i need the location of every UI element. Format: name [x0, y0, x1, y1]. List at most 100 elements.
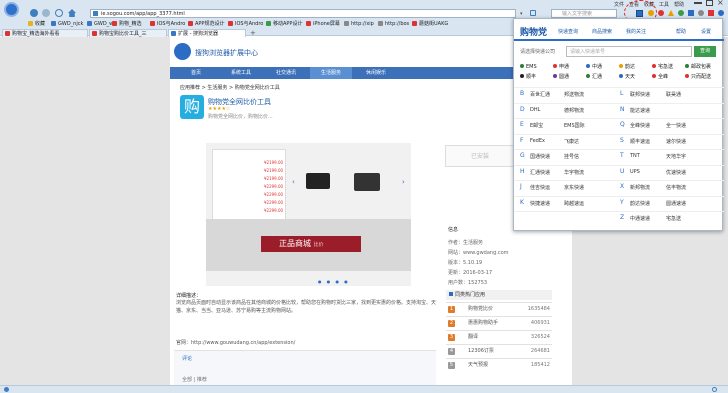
extension-icon[interactable]	[698, 10, 704, 16]
extension-icon[interactable]	[658, 10, 664, 16]
carrier-link[interactable]: 天地华宇	[666, 153, 686, 160]
menu-file[interactable]: 文件	[614, 2, 624, 8]
carrier-link[interactable]: 邦送物流	[564, 91, 584, 98]
bookmark-item[interactable]: http://xip	[344, 21, 374, 27]
close-icon[interactable]: ×	[717, 0, 724, 7]
forward-button[interactable]	[42, 9, 50, 17]
tab-active[interactable]: 扩展 - 搜狗浏览器	[168, 29, 246, 37]
bookmark-item[interactable]: iPhone屏幕	[306, 21, 340, 27]
carrier-link[interactable]: DHL	[530, 107, 540, 113]
popup-tab-product-search[interactable]: 商品搜索	[592, 28, 612, 35]
tab-item[interactable]: 购物宝购比价工具_三	[89, 29, 167, 37]
carrier-link[interactable]: 联邦快递	[630, 91, 650, 98]
carrier-link[interactable]: 优速快递	[666, 169, 686, 176]
carrier-link[interactable]: FedEx	[530, 138, 545, 144]
bookmark-item[interactable]: 移动APP设计	[266, 21, 302, 27]
carrier-link[interactable]: 华宇物流	[564, 169, 584, 176]
carrier-link[interactable]: 韵达快递	[630, 200, 650, 207]
carrier-select[interactable]: 请选择快递公司	[520, 47, 566, 57]
comment-subtabs[interactable]: 全部 | 推荐	[182, 376, 207, 383]
carrier-link[interactable]: 跨越速运	[564, 200, 584, 207]
carrier-sf[interactable]: 顺丰	[520, 74, 536, 81]
comment-tab[interactable]: 评论	[182, 355, 192, 362]
carrier-link[interactable]: 顺丰速运	[630, 138, 650, 145]
popup-tab-my-follow[interactable]: 我的关注	[626, 28, 646, 35]
carousel-next-icon[interactable]: ›	[402, 178, 405, 186]
menu-tools[interactable]: 工具	[659, 2, 669, 8]
address-dropdown-icon[interactable]: ▾	[520, 11, 523, 17]
carrier-link[interactable]: 德邦物流	[564, 107, 584, 114]
carousel-dots[interactable]: ● ● ● ●	[318, 279, 350, 284]
bookmark-item[interactable]: IOS与Andro	[150, 21, 185, 27]
carrier-link[interactable]: TNT	[630, 153, 640, 159]
carrier-link[interactable]: 飞康达	[564, 138, 579, 145]
carrier-link[interactable]: 宅急送	[666, 215, 681, 222]
popup-help-link[interactable]: 帮助	[676, 28, 686, 35]
carrier-link[interactable]: 快捷速递	[530, 200, 550, 207]
carrier-yto[interactable]: 圆通	[553, 74, 569, 81]
carrier-link[interactable]: 联昊通	[666, 91, 681, 98]
extension-icon[interactable]	[668, 10, 674, 16]
carrier-link[interactable]: 挂号信	[564, 153, 579, 160]
rank-row[interactable]: 1 购物党比价 1635484	[446, 302, 552, 315]
address-bar[interactable]: ie.sogou.com/app/app_3377.html	[90, 9, 516, 18]
carrier-link[interactable]: 新邦物流	[630, 184, 650, 191]
rank-row[interactable]: 2 惠惠购物助手 406931	[446, 316, 552, 329]
carrier-link[interactable]: 百世汇通	[530, 91, 550, 98]
carrier-link[interactable]: UPS	[630, 169, 640, 175]
carrier-link[interactable]: E邮宝	[530, 122, 543, 129]
carrier-zjs[interactable]: 宅急送	[652, 64, 673, 71]
address-go-icon[interactable]	[530, 10, 536, 16]
carrier-link[interactable]: 圆通速递	[666, 200, 686, 207]
search-box[interactable]: 输入文字搜索	[551, 9, 617, 18]
refresh-icon[interactable]	[55, 9, 63, 17]
carrier-ems[interactable]: EMS	[520, 64, 537, 71]
carrier-link[interactable]: 汇通快递	[530, 169, 550, 176]
carrier-link[interactable]: 全峰快递	[630, 122, 650, 129]
back-button[interactable]	[30, 9, 38, 17]
tab-item[interactable]: 购物宝_精选海外看看	[2, 29, 88, 37]
carrier-zto[interactable]: 中通	[586, 64, 602, 71]
carrier-sto[interactable]: 申通	[553, 64, 569, 71]
rank-row[interactable]: 5 天气预报 185412	[446, 358, 552, 371]
popup-tab-express[interactable]: 快递查询	[558, 28, 578, 35]
carrier-tiantian[interactable]: 天天	[619, 74, 635, 81]
nav-social[interactable]: 社交通讯	[265, 67, 307, 79]
sogou-logo-icon[interactable]	[4, 2, 19, 17]
minimize-icon[interactable]	[694, 2, 702, 4]
carousel-prev-icon[interactable]: ‹	[292, 178, 295, 186]
bookmark-item[interactable]: GWD_njck	[51, 21, 83, 27]
bookmark-item[interactable]: IOS与Andro	[228, 21, 263, 27]
menu-help[interactable]: 帮助	[674, 2, 684, 8]
carrier-quanfeng[interactable]: 全峰	[652, 74, 668, 81]
carrier-link[interactable]: 中通速递	[630, 215, 650, 222]
carrier-link[interactable]: 国通快递	[530, 153, 550, 160]
tracking-number-input[interactable]: 请输入快递单号	[566, 46, 692, 57]
carrier-link[interactable]: 京东快递	[564, 184, 584, 191]
bookmark-item[interactable]: APP规范设计	[188, 21, 224, 27]
bookmark-item[interactable]: 购物_精选	[112, 21, 142, 27]
nav-system-tools[interactable]: 系统工具	[220, 67, 262, 79]
rank-row[interactable]: 3 翻译 326524	[446, 330, 552, 343]
new-tab-button[interactable]: +	[250, 29, 256, 37]
carrier-other[interactable]: 只而配送	[685, 74, 711, 81]
carrier-yunda[interactable]: 韵达	[619, 64, 635, 71]
bookmark-item[interactable]: 蘑菇街UAKG	[412, 21, 448, 27]
carrier-link[interactable]: EMS国际	[564, 122, 585, 129]
carrier-link[interactable]: 信丰物流	[666, 184, 686, 191]
install-button[interactable]: 已安装	[445, 145, 515, 167]
carrier-link[interactable]: 佳吉快运	[530, 184, 550, 191]
detail-link[interactable]: 官网：http://www.gouwudang.cn/app/extension…	[176, 339, 295, 346]
carrier-htky[interactable]: 汇通	[586, 74, 602, 81]
carrier-link[interactable]: 全一快递	[666, 122, 686, 129]
query-button[interactable]: 查询	[694, 46, 716, 57]
extension-icon[interactable]	[708, 10, 714, 16]
zoom-icon[interactable]	[712, 387, 717, 392]
extension-icon[interactable]	[678, 10, 684, 16]
popup-settings-link[interactable]: 设置	[701, 28, 711, 35]
nav-entertainment[interactable]: 休闲娱乐	[355, 67, 397, 79]
rank-row[interactable]: 4 12306订票 264681	[446, 344, 552, 357]
carrier-link[interactable]: 能达速递	[630, 107, 650, 114]
home-icon[interactable]	[68, 9, 76, 17]
bookmark-item[interactable]: http://bos	[378, 21, 409, 27]
